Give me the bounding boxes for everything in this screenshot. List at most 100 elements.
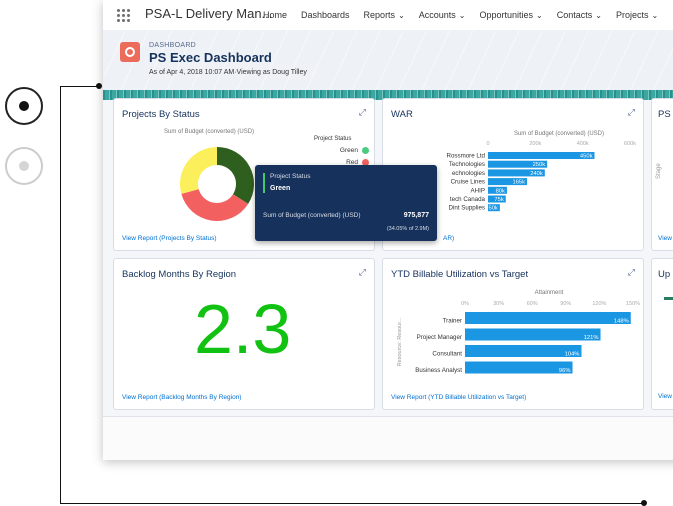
object-type-label: DASHBOARD bbox=[149, 42, 197, 49]
radio-dot bbox=[19, 101, 29, 111]
dashboard-subtitle: As of Apr 4, 2018 10:07 AM·Viewing as Do… bbox=[149, 69, 307, 76]
view-report-link[interactable]: View bbox=[658, 235, 672, 242]
axis-title: Sum of Budget (converted) (USD) bbox=[514, 131, 604, 137]
bar bbox=[465, 328, 601, 341]
axis-title: Resource: Resour... bbox=[397, 317, 403, 366]
metric-value: 2.3 bbox=[194, 290, 292, 368]
step-radio-active[interactable] bbox=[5, 87, 43, 125]
nav-tab-contacts[interactable]: Contacts ⌄ bbox=[557, 10, 602, 20]
tick-label: 0 bbox=[486, 141, 489, 147]
callout-dot bbox=[96, 83, 102, 89]
nav-tab-label: Projects bbox=[615, 10, 649, 20]
tick-label: 30% bbox=[493, 301, 504, 307]
data-label: 450k bbox=[580, 154, 593, 160]
nav-tab-dashboards[interactable]: Dashboards bbox=[301, 10, 350, 20]
nav-tab-projects[interactable]: Projects ⌄ bbox=[616, 10, 658, 20]
chevron-down-icon[interactable]: ⌄ bbox=[398, 11, 405, 20]
chevron-down-icon[interactable]: ⌄ bbox=[536, 11, 543, 20]
tick-label: 150% bbox=[626, 301, 640, 307]
app-launcher-icon[interactable] bbox=[117, 9, 131, 23]
data-label: 50k bbox=[488, 206, 497, 212]
nav-tab-accounts[interactable]: Accounts ⌄ bbox=[419, 10, 466, 20]
card-title: Projects By Status bbox=[122, 109, 200, 120]
view-report-link[interactable]: View Report (Backlog Months By Region) bbox=[122, 394, 241, 401]
ytd-utilization-card: YTD Billable Utilization vs Target ⤢ Att… bbox=[382, 258, 644, 410]
legend-swatch bbox=[362, 147, 369, 154]
axis-title: Attainment bbox=[535, 290, 564, 296]
chart-tooltip: Project Status Green Sum of Budget (conv… bbox=[255, 165, 437, 241]
bar bbox=[465, 361, 573, 374]
pie-slice-yellow bbox=[180, 147, 217, 194]
nav-tab-opportunities[interactable]: Opportunities ⌄ bbox=[480, 10, 543, 20]
dashboard-header: DASHBOARD PS Exec Dashboard As of Apr 4,… bbox=[113, 36, 673, 82]
nav-tab-label: Dashboards bbox=[301, 10, 350, 20]
category-label: Technologies bbox=[449, 161, 485, 168]
tooltip-field: Project Status bbox=[270, 173, 311, 180]
data-label: 75k bbox=[494, 197, 503, 203]
tooltip-amount: 975,877 bbox=[403, 212, 429, 219]
tick-label: 60% bbox=[527, 301, 538, 307]
expand-icon[interactable]: ⤢ bbox=[628, 267, 635, 278]
data-label: 240k bbox=[530, 171, 543, 177]
callout-dot bbox=[641, 500, 647, 506]
tooltip-measure: Sum of Budget (converted) (USD) bbox=[263, 212, 361, 219]
legend-label: Green bbox=[339, 147, 358, 155]
donut-chart[interactable] bbox=[177, 144, 257, 224]
step-radio-inactive[interactable] bbox=[5, 147, 43, 185]
utilization-bar-chart[interactable]: Attainment 0% 30% 60% 90% 120% 150% Trainer 148%… bbox=[383, 287, 643, 382]
radio-dot bbox=[19, 161, 29, 171]
nav-tab-label: Opportunities bbox=[479, 10, 534, 20]
view-report-link[interactable]: View Report (Projects By Status) bbox=[122, 235, 217, 242]
category-label: AHIP bbox=[471, 187, 485, 194]
data-label: 121% bbox=[584, 335, 599, 341]
category-label: Business Analyst bbox=[415, 367, 462, 374]
callout-line bbox=[60, 503, 644, 504]
nav-tab-reports[interactable]: Reports ⌄ bbox=[364, 10, 405, 20]
nav-tabs: Home Dashboards Reports ⌄ Accounts ⌄ Opportuni… bbox=[263, 10, 673, 20]
callout-line bbox=[60, 86, 100, 87]
pie-slice-green bbox=[217, 147, 254, 204]
data-label: 104% bbox=[565, 352, 580, 358]
chevron-down-icon[interactable]: ⌄ bbox=[595, 11, 602, 20]
axis-label: Stage bbox=[656, 163, 662, 179]
legend-item[interactable]: Green bbox=[314, 147, 369, 154]
backlog-months-card: Backlog Months By Region ⤢ 2.3 View Repo… bbox=[113, 258, 375, 410]
card-title: Up bbox=[658, 269, 671, 280]
nav-tab-label: Reports bbox=[363, 10, 396, 20]
tick-label: 120% bbox=[592, 301, 606, 307]
category-label: Cruise Lines bbox=[451, 179, 485, 186]
data-label: 96% bbox=[559, 368, 571, 374]
chart-mark bbox=[664, 297, 673, 300]
category-label: Project Manager bbox=[417, 334, 462, 341]
expand-icon[interactable]: ⤢ bbox=[359, 107, 366, 118]
expand-icon[interactable]: ⤢ bbox=[359, 267, 366, 278]
card-title: Backlog Months By Region bbox=[122, 269, 237, 280]
tooltip-color-bar bbox=[263, 173, 265, 193]
nav-tab-home[interactable]: Home bbox=[263, 10, 287, 20]
chevron-down-icon[interactable]: ⌄ bbox=[651, 11, 658, 20]
view-report-link[interactable]: AR) bbox=[443, 235, 454, 242]
card-title: YTD Billable Utilization vs Target bbox=[391, 269, 529, 280]
tick-label: 200k bbox=[529, 141, 541, 147]
page-title: PS Exec Dashboard bbox=[149, 50, 272, 65]
category-label: Trainer bbox=[443, 318, 462, 325]
bar bbox=[488, 152, 595, 159]
top-navbar: PSA-L Delivery Man... Home Dashboards Repo… bbox=[103, 0, 673, 31]
nav-tab-label: Contacts bbox=[556, 10, 593, 20]
expand-icon[interactable]: ⤢ bbox=[628, 107, 635, 118]
partial-card-up: Up View bbox=[651, 258, 673, 410]
chart-measure-label: Sum of Budget (converted) (USD) bbox=[164, 129, 255, 135]
card-title: PS bbox=[658, 109, 671, 120]
callout-line bbox=[60, 86, 61, 504]
data-label: 165k bbox=[512, 180, 525, 186]
view-report-link[interactable]: View bbox=[658, 393, 672, 400]
category-label: echnologies bbox=[452, 170, 485, 177]
tick-label: 0% bbox=[461, 301, 469, 307]
data-label: 80k bbox=[496, 188, 505, 194]
view-report-link[interactable]: View Report (YTD Billable Utilization vs… bbox=[391, 394, 526, 401]
tooltip-value: Green bbox=[270, 185, 291, 192]
category-label: Rossmore Ltd bbox=[446, 153, 485, 160]
category-label: tech Canada bbox=[450, 196, 486, 203]
chevron-down-icon[interactable]: ⌄ bbox=[459, 11, 466, 20]
dashboard-icon bbox=[120, 42, 140, 62]
